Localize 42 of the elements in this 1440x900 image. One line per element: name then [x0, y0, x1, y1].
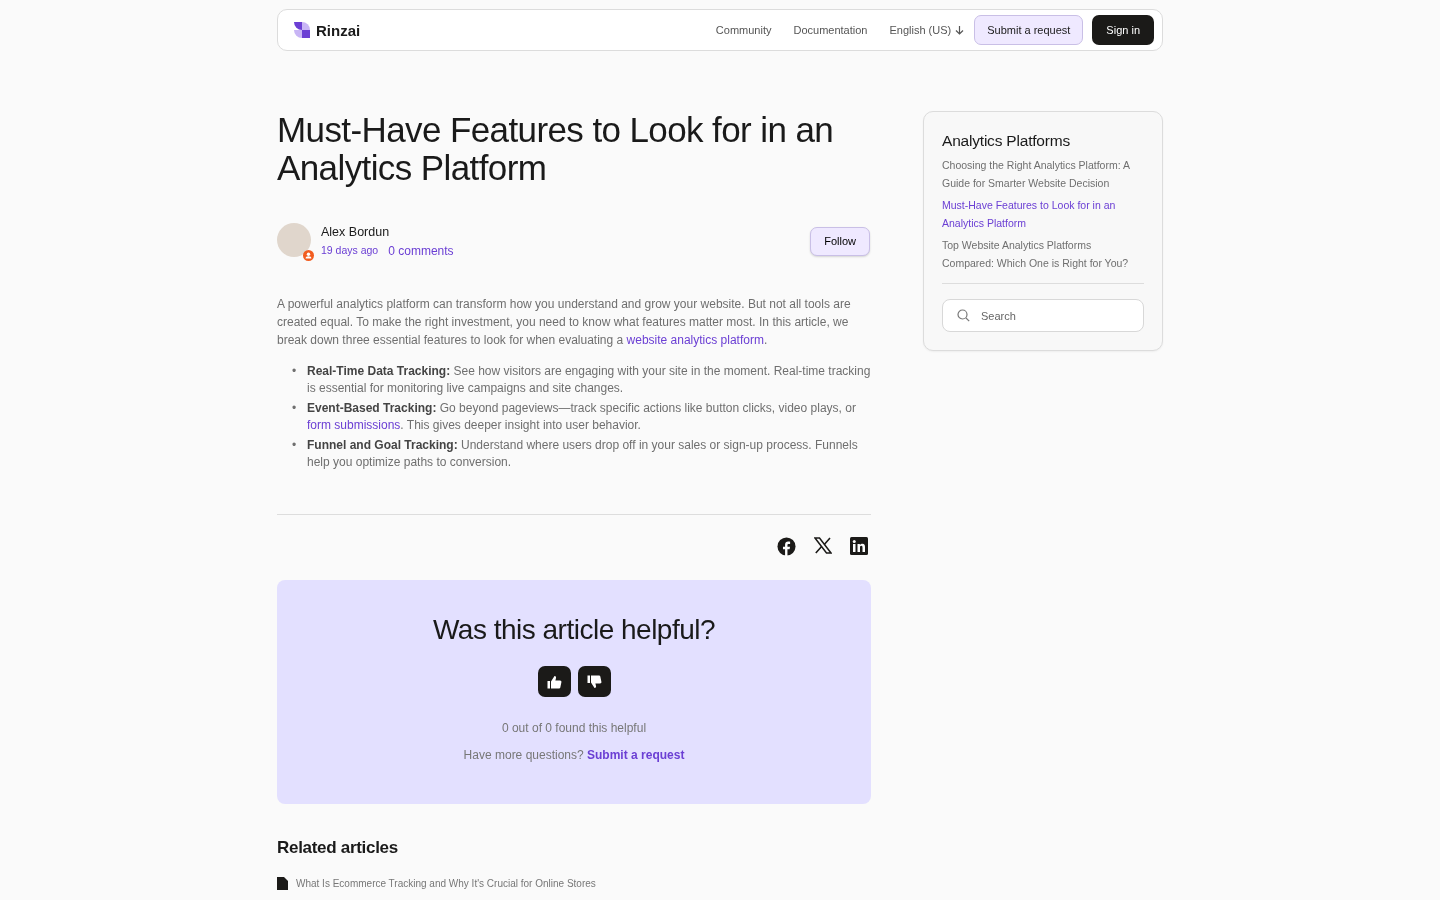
- more-questions-text: Have more questions?: [463, 748, 584, 762]
- search-field[interactable]: Search: [942, 299, 1144, 332]
- comments-link[interactable]: 0 comments: [388, 243, 454, 258]
- nav-link[interactable]: Community: [715, 24, 772, 36]
- sidebar-link[interactable]: Top Website Analytics Platforms Compared: Which One is Right for You?: [942, 236, 1144, 272]
- logo-icon: [292, 20, 312, 40]
- intro-paragraph: A powerful analytics platform can transform how you understand and grow your website. But not all tools are created equal. To make the right investment, you need to know what features matter most. In this article, we break down three essential features to look for when evaluating a website analytics platform.: [277, 296, 852, 349]
- thumbs-down-icon: [586, 674, 602, 689]
- down-arrow-icon: [955, 25, 965, 35]
- sidebar-link[interactable]: Must-Have Features to Look for in an Analytics Platform: [942, 196, 1144, 232]
- language-selector[interactable]: English (US): [889, 24, 965, 36]
- feature-item: Funnel and Goal Tracking: Understand where users drop off in your sales or sign-up process. Funnels help you optimize paths to conversion.: [307, 437, 859, 471]
- user-badge-icon: [303, 250, 314, 261]
- article-title: Must-Have Features to Look for in an Analytics Platform: [277, 111, 835, 187]
- feature-item: Event-Based Tracking: Go beyond pageviews—track specific actions like button clicks, video plays, or form submissions. This gives deeper insight into user behavior.: [307, 400, 857, 434]
- thumbs-up-button[interactable]: [537, 666, 571, 697]
- sign-in-button[interactable]: Sign in: [1092, 15, 1154, 45]
- related-article-link[interactable]: What Is Ecommerce Tracking and Why It's Crucial for Online Stores: [296, 878, 596, 889]
- linkedin-icon[interactable]: [850, 537, 868, 555]
- bullet: •: [292, 437, 298, 454]
- helpful-count: 0 out of 0 found this helpful: [501, 721, 647, 735]
- post-date: 19 days ago: [321, 243, 379, 258]
- sidebar-link[interactable]: Choosing the Right Analytics Platform: A Guide for Smarter Website Decision: [942, 156, 1144, 192]
- x-icon[interactable]: [814, 537, 832, 554]
- thumbs-up-icon: [546, 674, 562, 689]
- thumbs-down-button[interactable]: [577, 666, 611, 697]
- related-articles-heading: Related articles: [277, 838, 399, 858]
- document-icon: [277, 877, 288, 890]
- feedback-question: Was this article helpful?: [432, 614, 716, 646]
- logo-text: Rinzai: [316, 21, 361, 39]
- sidebar-title: Analytics Platforms: [942, 132, 1071, 150]
- author-name: Alex Bordun: [321, 224, 391, 239]
- submit-request-link[interactable]: Submit a request: [587, 748, 685, 762]
- bullet: •: [292, 363, 298, 380]
- author-avatar: [277, 223, 311, 257]
- submit-request-button[interactable]: Submit a request: [974, 15, 1084, 45]
- bullet: •: [292, 400, 298, 417]
- feature-item: Real-Time Data Tracking: See how visitors are engaging with your site in the moment. Real-time tracking is essential for monitoring live campaigns and site changes.: [307, 363, 871, 397]
- facebook-icon[interactable]: [777, 537, 796, 556]
- inline-link[interactable]: website analytics platform: [626, 333, 764, 347]
- nav-link[interactable]: Documentation: [793, 24, 868, 36]
- follow-button[interactable]: Follow: [810, 226, 870, 256]
